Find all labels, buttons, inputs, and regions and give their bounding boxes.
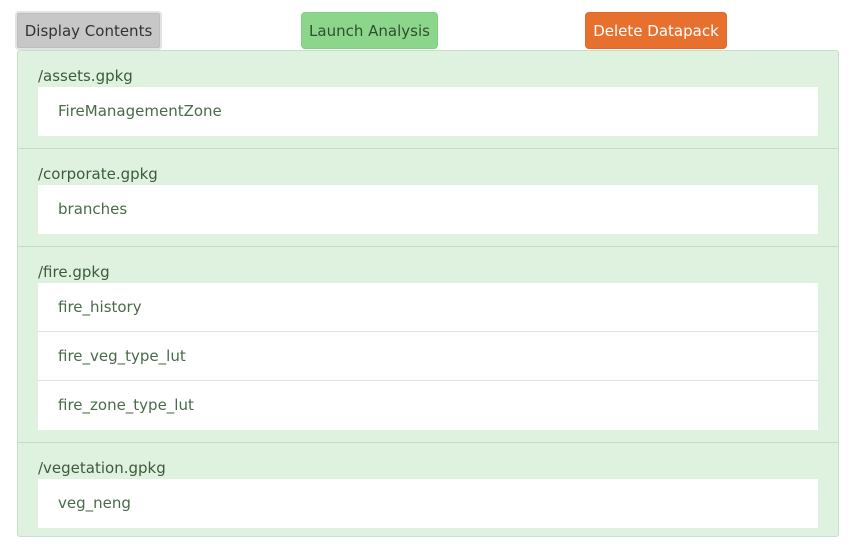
layer-list: branches bbox=[38, 185, 818, 234]
toolbar: Display Contents Launch Analysis Delete … bbox=[0, 0, 857, 50]
package-section: /assets.gpkg FireManagementZone bbox=[18, 51, 838, 149]
datapack-contents-panel: /assets.gpkg FireManagementZone /corpora… bbox=[17, 50, 839, 537]
layer-item[interactable]: FireManagementZone bbox=[38, 87, 818, 136]
package-name: /corporate.gpkg bbox=[38, 165, 158, 183]
layer-item[interactable]: veg_neng bbox=[38, 479, 818, 528]
layer-item[interactable]: fire_zone_type_lut bbox=[38, 381, 818, 430]
layer-list: FireManagementZone bbox=[38, 87, 818, 136]
layer-item[interactable]: branches bbox=[38, 185, 818, 234]
package-section: /fire.gpkg fire_history fire_veg_type_lu… bbox=[18, 247, 838, 443]
layer-list: fire_history fire_veg_type_lut fire_zone… bbox=[38, 283, 818, 430]
layer-item[interactable]: fire_history bbox=[38, 283, 818, 332]
package-name: /vegetation.gpkg bbox=[38, 459, 166, 477]
layer-list: veg_neng bbox=[38, 479, 818, 528]
launch-analysis-button[interactable]: Launch Analysis bbox=[301, 12, 438, 49]
package-name: /assets.gpkg bbox=[38, 67, 133, 85]
layer-item[interactable]: fire_veg_type_lut bbox=[38, 332, 818, 381]
package-name: /fire.gpkg bbox=[38, 263, 110, 281]
delete-datapack-button[interactable]: Delete Datapack bbox=[585, 12, 727, 49]
package-section: /corporate.gpkg branches bbox=[18, 149, 838, 247]
package-section: /vegetation.gpkg veg_neng bbox=[18, 443, 838, 540]
display-contents-button[interactable]: Display Contents bbox=[15, 11, 162, 50]
